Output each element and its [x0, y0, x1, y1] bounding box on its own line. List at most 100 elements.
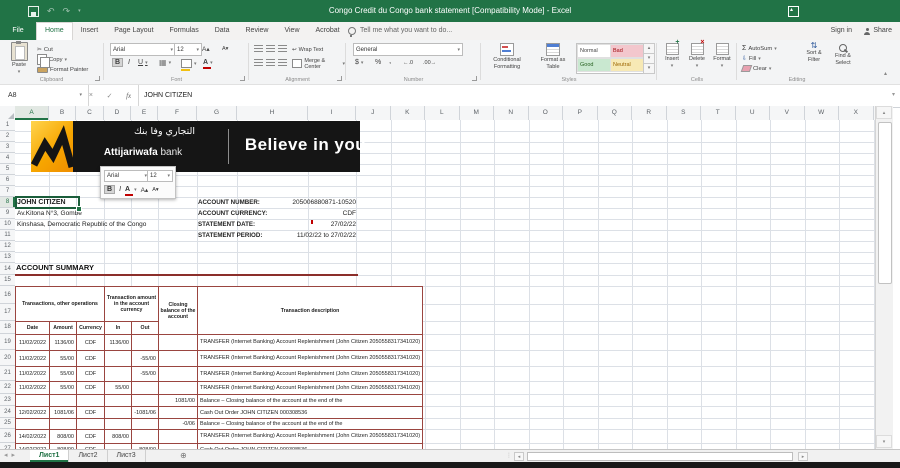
- cell-in[interactable]: [104, 394, 132, 407]
- hscroll-left-icon[interactable]: ◂: [514, 452, 524, 461]
- paste-button[interactable]: Paste ▾: [5, 41, 33, 75]
- sheet-tab-лист1[interactable]: Лист1: [30, 450, 70, 462]
- row-header-10[interactable]: 10: [0, 219, 15, 230]
- enter-icon[interactable]: ✓: [107, 92, 113, 100]
- column-header-T[interactable]: T: [701, 106, 736, 120]
- merge-center-button[interactable]: Merge & Center ▾: [292, 58, 345, 70]
- column-header-R[interactable]: R: [632, 106, 667, 120]
- column-header-S[interactable]: S: [667, 106, 701, 120]
- row-header-8[interactable]: 8: [0, 197, 15, 208]
- cell-out[interactable]: -55/00: [131, 366, 159, 382]
- cell-date[interactable]: 11/02/2022: [15, 334, 50, 351]
- cell-balance[interactable]: -0/06: [158, 418, 198, 430]
- column-header-Q[interactable]: Q: [598, 106, 632, 120]
- cell-amount[interactable]: 1081/06: [49, 406, 77, 419]
- column-header-G[interactable]: G: [197, 106, 237, 120]
- cell-in[interactable]: [104, 366, 132, 382]
- format-painter-button[interactable]: Format Painter: [37, 65, 88, 74]
- cell-amount[interactable]: 55/00: [49, 366, 77, 382]
- cell-date[interactable]: 12/02/2022: [15, 406, 50, 419]
- cell-amount[interactable]: 55/00: [49, 381, 77, 395]
- mini-italic-button[interactable]: I: [119, 186, 121, 193]
- conditional-formatting-button[interactable]: Conditional Formatting: [484, 43, 530, 70]
- cell-description[interactable]: TRANSFER (Internet Banking) Account Repl…: [196, 381, 424, 395]
- row-header-17[interactable]: 17: [0, 304, 15, 321]
- mini-bold-button[interactable]: B: [104, 185, 116, 194]
- hscroll-right-icon[interactable]: ▸: [798, 452, 808, 461]
- address-line1-cell[interactable]: Av.Kitona N°3, Gombe: [17, 208, 82, 219]
- align-bottom-icon[interactable]: [278, 45, 287, 53]
- wrap-text-button[interactable]: ↩ Wrap Text: [292, 45, 323, 54]
- column-header-V[interactable]: V: [770, 106, 805, 120]
- cell-currency[interactable]: [76, 394, 105, 407]
- cell-date[interactable]: [15, 394, 50, 407]
- cell-amount[interactable]: [49, 394, 77, 407]
- font-family-combo[interactable]: Arial ▾: [110, 43, 176, 56]
- column-header-X[interactable]: X: [839, 106, 874, 120]
- cell-out[interactable]: -55/00: [131, 350, 159, 367]
- sheet-nav-arrows[interactable]: ◂▸: [4, 450, 19, 462]
- row-header-9[interactable]: 9: [0, 208, 15, 219]
- cell-date[interactable]: 14/02/2022: [15, 429, 50, 444]
- tab-acrobat[interactable]: Acrobat: [308, 22, 348, 40]
- number-format-combo[interactable]: General ▾: [353, 43, 463, 56]
- align-center-icon[interactable]: [266, 59, 275, 67]
- column-header-J[interactable]: J: [356, 106, 391, 120]
- align-right-icon[interactable]: [278, 59, 287, 67]
- cell-style-bad[interactable]: Bad: [610, 44, 645, 58]
- cell-in[interactable]: 808/00: [104, 429, 132, 444]
- row-header-18[interactable]: 18: [0, 321, 15, 334]
- column-header-K[interactable]: K: [391, 106, 425, 120]
- cell-balance[interactable]: [158, 366, 198, 382]
- column-header-U[interactable]: U: [736, 106, 770, 120]
- decrease-decimal-button[interactable]: .00→: [423, 58, 436, 67]
- cell-description[interactable]: Balance – Closing balance of the account…: [196, 394, 424, 407]
- cell-date[interactable]: 11/02/2022: [15, 366, 50, 382]
- fill-color-button[interactable]: ▾: [181, 59, 197, 71]
- column-header-B[interactable]: B: [49, 106, 76, 120]
- cell-description[interactable]: TRANSFER (Internet Banking) Account Repl…: [196, 350, 424, 367]
- cell-out[interactable]: -1081/06: [131, 406, 159, 419]
- row-header-25[interactable]: 25: [0, 418, 15, 429]
- row-header-21[interactable]: 21: [0, 366, 15, 381]
- select-all-corner[interactable]: [0, 106, 16, 121]
- mini-shrink-font-button[interactable]: A▾: [152, 187, 158, 193]
- cell-in[interactable]: [104, 406, 132, 419]
- name-box[interactable]: A8 ▾: [0, 85, 89, 106]
- tab-file[interactable]: File: [0, 22, 36, 40]
- cell-description[interactable]: Balance – Closing balance of the account…: [196, 418, 424, 430]
- expand-formula-bar-icon[interactable]: ▾: [892, 85, 895, 106]
- row-header-4[interactable]: 4: [0, 153, 15, 164]
- delete-cells-button[interactable]: Delete ▾: [685, 40, 709, 69]
- column-header-N[interactable]: N: [494, 106, 529, 120]
- column-header-F[interactable]: F: [158, 106, 197, 120]
- sort-filter-button[interactable]: ⇅ Sort & Filter: [800, 42, 828, 64]
- row-header-16[interactable]: 16: [0, 286, 15, 304]
- shrink-font-button[interactable]: A▾: [222, 44, 228, 53]
- font-color-button[interactable]: A ▾: [203, 58, 213, 69]
- cell-out[interactable]: [131, 334, 159, 351]
- tab-page-layout[interactable]: Page Layout: [106, 22, 161, 40]
- cell-in[interactable]: 55/00: [104, 381, 132, 395]
- cell-currency[interactable]: CDF: [76, 381, 105, 395]
- fill-handle[interactable]: [76, 206, 82, 212]
- cell-amount[interactable]: 55/00: [49, 350, 77, 367]
- cell-currency[interactable]: [76, 418, 105, 430]
- row-header-15[interactable]: 15: [0, 275, 15, 286]
- column-header-O[interactable]: O: [529, 106, 563, 120]
- cell-balance[interactable]: [158, 429, 198, 444]
- vertical-scroll-thumb[interactable]: [878, 122, 892, 284]
- row-header-2[interactable]: 2: [0, 131, 15, 142]
- cell-currency[interactable]: CDF: [76, 350, 105, 367]
- column-header-M[interactable]: M: [460, 106, 494, 120]
- format-cells-button[interactable]: Format ▾: [710, 43, 734, 69]
- cell-out[interactable]: [131, 418, 159, 430]
- cell-balance[interactable]: [158, 406, 198, 419]
- row-header-7[interactable]: 7: [0, 186, 15, 197]
- cell-amount[interactable]: [49, 418, 77, 430]
- comma-style-button[interactable]: ,: [389, 56, 391, 65]
- bold-button[interactable]: B: [112, 58, 124, 67]
- row-header-26[interactable]: 26: [0, 429, 15, 443]
- horizontal-scroll-thumb[interactable]: [527, 452, 793, 461]
- row-header-11[interactable]: 11: [0, 230, 15, 241]
